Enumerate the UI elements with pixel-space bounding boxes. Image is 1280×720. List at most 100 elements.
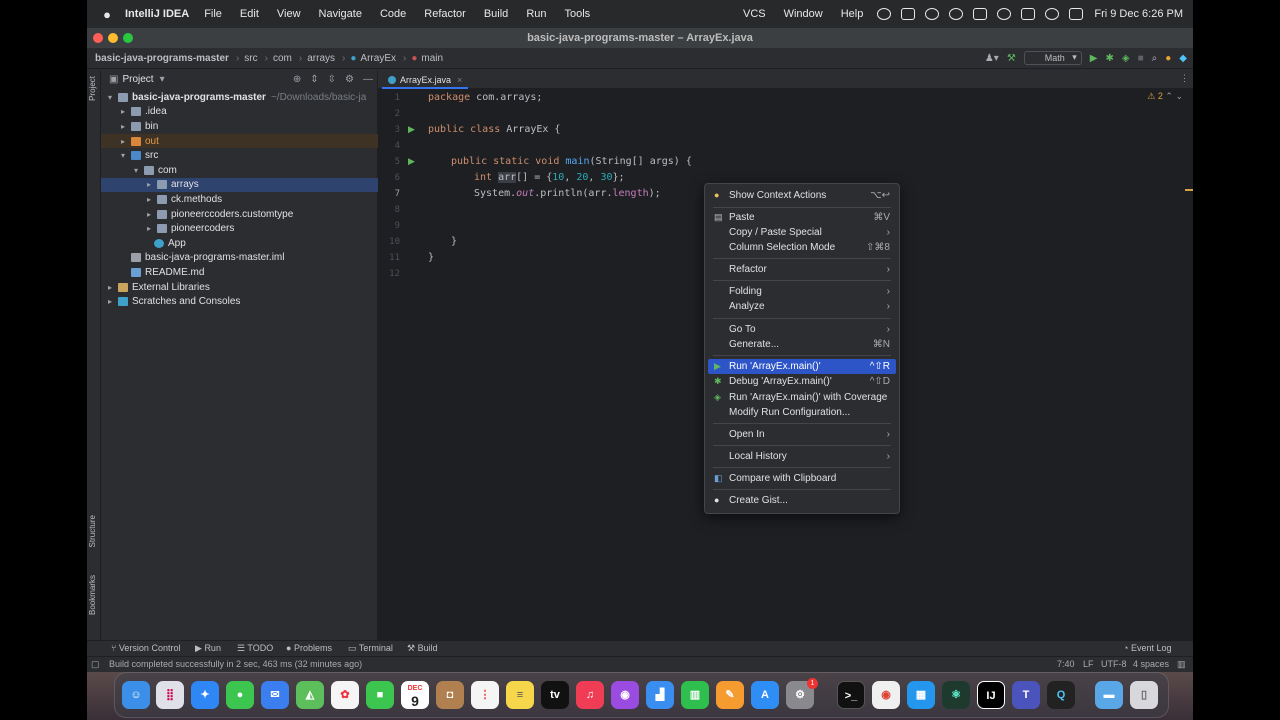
menu-item-analyze[interactable]: Analyze ›: [708, 299, 896, 314]
pages-icon[interactable]: ✎: [716, 681, 744, 709]
menu-navigate[interactable]: Navigate: [319, 8, 362, 20]
breadcrumb-class[interactable]: ArrayEx: [360, 53, 396, 64]
quicktime-icon[interactable]: Q: [1047, 681, 1075, 709]
tree-item-readme[interactable]: README.md: [101, 265, 378, 280]
mail-icon[interactable]: ✉: [261, 681, 289, 709]
hide-icon[interactable]: —: [363, 74, 373, 85]
menu-item-create-gist[interactable]: ● Create Gist...: [708, 493, 896, 508]
warning-scroll-marker[interactable]: [1185, 189, 1193, 191]
tree-item-out[interactable]: ▸ out: [101, 133, 378, 149]
menu-item-folding[interactable]: Folding ›: [708, 284, 896, 299]
status-message[interactable]: Build completed successfully in 2 sec, 4…: [109, 659, 362, 669]
chevron-right-icon[interactable]: ▸: [144, 224, 154, 233]
calendar-icon[interactable]: DEC 9: [401, 681, 429, 709]
zoom-window-button[interactable]: [123, 33, 133, 43]
contacts-icon[interactable]: ◘: [436, 681, 464, 709]
tree-item-com[interactable]: ▾ com: [101, 163, 378, 178]
inspection-widget[interactable]: ⚠ 2 ⌃ ⌄: [1147, 91, 1183, 102]
breadcrumb-src[interactable]: src: [244, 53, 257, 64]
tool-terminal[interactable]: ▭ Terminal: [348, 643, 393, 654]
trash-icon[interactable]: ▯: [1130, 681, 1158, 709]
chevron-right-icon[interactable]: ▸: [118, 137, 128, 146]
tab-arrayex-java[interactable]: ArrayEx.java ×: [382, 72, 469, 89]
run-gutter-icon[interactable]: ▶: [408, 124, 415, 135]
tree-item-ck-methods[interactable]: ▸ ck.methods: [101, 192, 378, 207]
tree-item-scratches[interactable]: ▸ Scratches and Consoles: [101, 294, 378, 309]
chevron-right-icon[interactable]: ▸: [144, 210, 154, 219]
menu-item-open-in[interactable]: Open In ›: [708, 427, 896, 442]
search-everywhere-icon[interactable]: ⌕: [1152, 53, 1158, 64]
gear-icon[interactable]: ⚙: [345, 74, 354, 85]
project-tool-tab[interactable]: Project: [88, 76, 97, 101]
indent-setting[interactable]: 4 spaces: [1133, 659, 1169, 669]
menu-item-compare-clipboard[interactable]: ◧ Compare with Clipboard: [708, 471, 896, 486]
menu-build[interactable]: Build: [484, 8, 508, 20]
tool-build[interactable]: ⚒ Build: [407, 643, 438, 654]
reminders-icon[interactable]: ⋮: [471, 681, 499, 709]
coverage-icon[interactable]: ◈: [1122, 53, 1130, 64]
wifi-icon[interactable]: [997, 8, 1012, 20]
chevron-down-icon[interactable]: ▾: [105, 93, 115, 102]
play-icon[interactable]: [949, 8, 964, 20]
downloads-folder-icon[interactable]: ▬: [1095, 681, 1123, 709]
teams-icon[interactable]: T: [1012, 681, 1040, 709]
caret-position[interactable]: 7:40: [1057, 659, 1075, 669]
chevron-right-icon[interactable]: ▸: [105, 297, 115, 306]
close-window-button[interactable]: [93, 33, 103, 43]
more-icon[interactable]: ⋮: [1180, 73, 1189, 84]
tree-item-iml[interactable]: basic-java-programs-master.iml: [101, 251, 378, 266]
status-toggle-icon[interactable]: ▢: [91, 659, 100, 670]
menu-item-copy-paste-special[interactable]: Copy / Paste Special ›: [708, 225, 896, 240]
menu-item-modify-run-config[interactable]: Modify Run Configuration...: [708, 405, 896, 420]
menu-edit[interactable]: Edit: [240, 8, 259, 20]
file-encoding[interactable]: UTF-8: [1101, 659, 1127, 669]
close-tab-icon[interactable]: ×: [457, 75, 462, 85]
project-view-selector[interactable]: Project: [122, 74, 153, 85]
menu-item-go-to[interactable]: Go To ›: [708, 322, 896, 337]
menu-item-column-selection[interactable]: Column Selection Mode ⇧⌘8: [708, 240, 896, 255]
search-icon[interactable]: [1045, 8, 1060, 20]
stop-icon[interactable]: ■: [1138, 53, 1144, 64]
menu-help[interactable]: Help: [841, 8, 864, 20]
keynote-icon[interactable]: ▟: [646, 681, 674, 709]
chevron-right-icon[interactable]: ▸: [118, 107, 128, 116]
menu-vcs[interactable]: VCS: [743, 8, 766, 20]
tool-todo[interactable]: ☰ TODO: [237, 643, 273, 654]
collapse-all-icon[interactable]: ⇳: [328, 74, 336, 85]
record-icon[interactable]: [877, 8, 892, 20]
chevron-down-icon[interactable]: ⌄: [1175, 91, 1183, 101]
tool-event-log[interactable]: ◔ Event Log: [1123, 643, 1171, 653]
chevron-right-icon[interactable]: ▸: [105, 283, 115, 292]
photos-icon[interactable]: ✿: [331, 681, 359, 709]
menu-tools[interactable]: Tools: [565, 8, 591, 20]
control-center-icon[interactable]: [1021, 8, 1036, 20]
tree-item-src[interactable]: ▾ src: [101, 148, 378, 163]
tool-version-control[interactable]: ⑂ Version Control: [111, 643, 180, 653]
user-icon[interactable]: ♟▾: [985, 53, 999, 64]
expand-all-icon[interactable]: ⇕: [310, 74, 318, 85]
breadcrumb-arrays[interactable]: arrays: [307, 53, 335, 64]
app-store-icon[interactable]: A: [751, 681, 779, 709]
apple-icon[interactable]: ●: [97, 7, 117, 22]
run-config-select[interactable]: Math: [1023, 51, 1082, 65]
menu-view[interactable]: View: [277, 8, 301, 20]
menu-window[interactable]: Window: [784, 8, 823, 20]
finder-icon[interactable]: ☺: [122, 681, 150, 709]
tree-item-idea[interactable]: ▸ .idea: [101, 105, 378, 120]
menubar-clock[interactable]: Fri 9 Dec 6:26 PM: [1094, 8, 1183, 20]
maps-icon[interactable]: ◭: [296, 681, 324, 709]
menu-file[interactable]: File: [204, 8, 222, 20]
menu-run[interactable]: Run: [526, 8, 546, 20]
run-gutter-icon[interactable]: ▶: [408, 156, 415, 167]
chevron-right-icon[interactable]: ▸: [144, 180, 154, 189]
atom-icon[interactable]: ⚛: [942, 681, 970, 709]
tree-item-pioneercoders[interactable]: ▸ pioneercoders: [101, 221, 378, 236]
facetime-icon[interactable]: ■: [366, 681, 394, 709]
bookmarks-tool-tab[interactable]: Bookmarks: [88, 575, 97, 615]
chevron-down-icon[interactable]: ▾: [160, 74, 165, 85]
menu-item-refactor[interactable]: Refactor ›: [708, 262, 896, 277]
tool-run[interactable]: ▶ Run: [195, 643, 221, 654]
chevron-right-icon[interactable]: ▸: [144, 195, 154, 204]
menu-refactor[interactable]: Refactor: [424, 8, 466, 20]
breadcrumb-com[interactable]: com: [273, 53, 292, 64]
